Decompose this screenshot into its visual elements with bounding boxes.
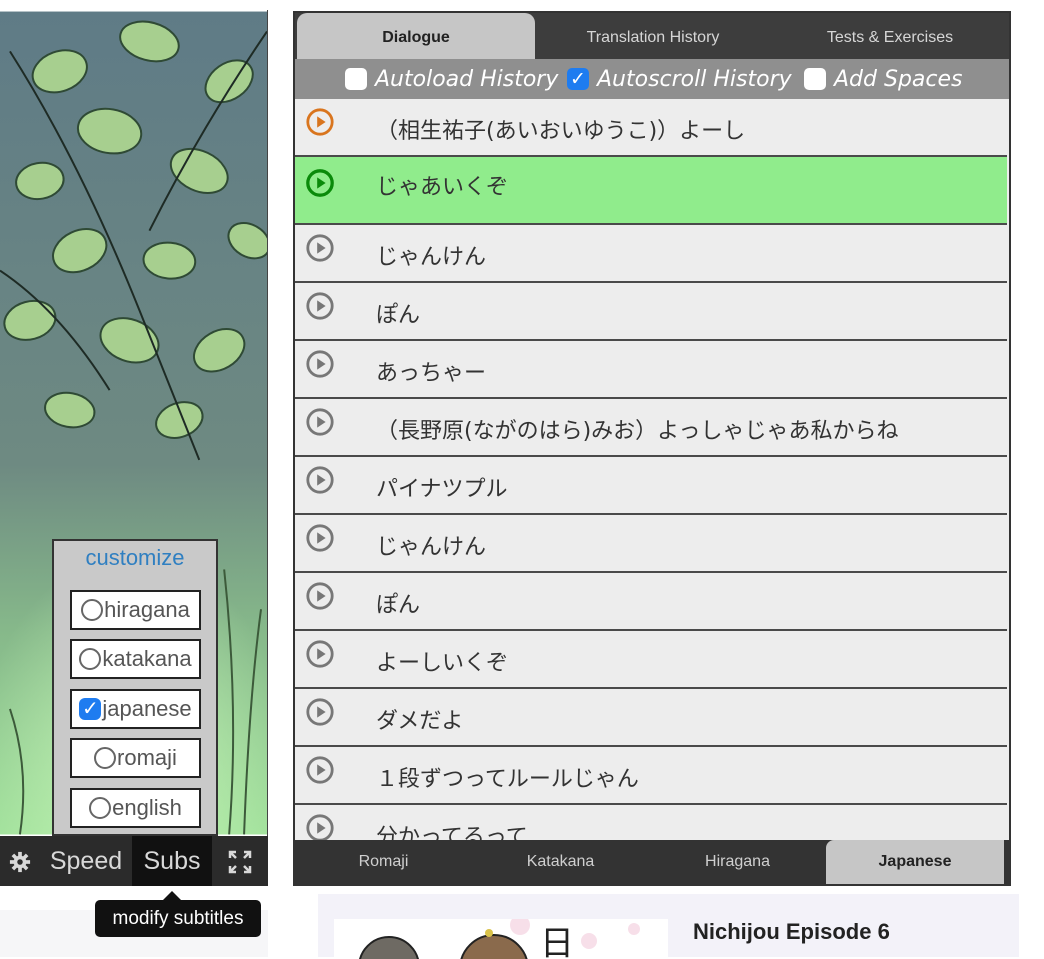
autoload-history-checkbox[interactable] xyxy=(345,68,367,90)
top-tab-bar: Dialogue Translation History Tests & Exe… xyxy=(295,13,1009,59)
tab-dialogue[interactable]: Dialogue xyxy=(297,13,535,59)
customize-title[interactable]: customize xyxy=(54,545,216,571)
dialogue-line-text: よーしいくぞ xyxy=(376,651,509,676)
dialogue-line[interactable]: 分かってるって xyxy=(295,805,1007,840)
dialogue-line-text: ぽん xyxy=(376,593,421,618)
subtitle-option-japanese[interactable]: ✓ japanese xyxy=(70,689,201,729)
dialogue-line[interactable]: パイナツプル xyxy=(295,457,1007,515)
subtitle-option-katakana[interactable]: katakana xyxy=(70,639,201,679)
subtitle-option-label: hiragana xyxy=(104,597,190,622)
dialogue-line-text: じゃあいくぞ xyxy=(376,175,509,200)
play-icon[interactable] xyxy=(305,813,335,840)
dialogue-line[interactable]: ダメだよ xyxy=(295,689,1007,747)
subtitle-option-label: romaji xyxy=(117,745,177,770)
subtitle-option-label: english xyxy=(112,795,182,820)
tab-japanese[interactable]: Japanese xyxy=(826,840,1004,884)
play-icon[interactable] xyxy=(305,581,335,611)
episode-title[interactable]: Nichijou Episode 6 xyxy=(693,919,890,945)
dialogue-line-text: （長野原(ながのはら)みお）よっしゃじゃあ私からね xyxy=(376,419,899,444)
dialogue-line[interactable]: １段ずつってルールじゃん xyxy=(295,747,1007,805)
dialogue-line-list[interactable]: （相生祐子(あいおいゆうこ)）よーし じゃあいくぞ じゃんけん ぽん あっちゃー （長野原… xyxy=(295,99,1009,840)
dialogue-line[interactable]: じゃんけん xyxy=(295,515,1007,573)
dialogue-line[interactable]: ぽん xyxy=(295,283,1007,341)
dialogue-line-text: （相生祐子(あいおいゆうこ)）よーし xyxy=(376,119,746,144)
script-tab-bar: Romaji Katakana Hiragana Japanese xyxy=(295,840,1009,884)
subtitle-option-hiragana[interactable]: hiragana xyxy=(70,590,201,630)
dialogue-line[interactable]: ぽん xyxy=(295,573,1007,631)
dialogue-line-text: じゃんけん xyxy=(376,245,487,270)
video-control-bar: Speed Subs xyxy=(0,836,268,886)
tab-romaji[interactable]: Romaji xyxy=(295,840,472,884)
subtitle-option-english[interactable]: english xyxy=(70,788,201,828)
play-icon[interactable] xyxy=(305,465,335,495)
history-options-bar: Autoload History ✓ Autoscroll History Ad… xyxy=(295,59,1009,99)
dialogue-line[interactable]: よーしいくぞ xyxy=(295,631,1007,689)
subtitle-checkbox[interactable] xyxy=(89,797,112,819)
subtitle-checkbox[interactable]: ✓ xyxy=(79,698,102,720)
tab-hiragana[interactable]: Hiragana xyxy=(649,840,826,884)
play-icon[interactable] xyxy=(305,349,335,379)
add-spaces-label: Add Spaces xyxy=(834,66,963,92)
fullscreen-icon[interactable] xyxy=(212,836,268,886)
play-icon[interactable] xyxy=(305,639,335,669)
autoscroll-history-checkbox[interactable]: ✓ xyxy=(567,68,589,90)
play-icon[interactable] xyxy=(305,107,335,137)
play-icon[interactable] xyxy=(305,697,335,727)
autoload-history-option[interactable]: Autoload History xyxy=(345,59,558,99)
dialogue-line-text: じゃんけん xyxy=(376,535,487,560)
play-icon[interactable] xyxy=(305,755,335,785)
subs-tooltip: modify subtitles xyxy=(95,891,261,937)
subs-button[interactable]: Subs xyxy=(132,836,212,886)
episode-thumb-glyph: 日 xyxy=(540,924,574,959)
subtitle-checkbox[interactable] xyxy=(94,747,117,769)
subtitle-option-label: japanese xyxy=(102,696,192,721)
subtitle-checkbox[interactable] xyxy=(79,648,102,670)
play-icon[interactable] xyxy=(305,407,335,437)
add-spaces-option[interactable]: Add Spaces xyxy=(804,59,962,99)
episode-thumbnail[interactable]: 日 xyxy=(334,919,668,959)
dialogue-panel: Dialogue Translation History Tests & Exe… xyxy=(293,11,1011,886)
play-icon[interactable] xyxy=(305,523,335,553)
tab-tests-exercises[interactable]: Tests & Exercises xyxy=(771,13,1009,59)
dialogue-line-text: パイナツプル xyxy=(376,477,508,502)
dialogue-line-text: ダメだよ xyxy=(376,709,464,734)
tab-translation-history[interactable]: Translation History xyxy=(535,13,771,59)
episode-card[interactable]: 日 Nichijou Episode 6 xyxy=(318,894,1019,959)
dialogue-line[interactable]: じゃあいくぞ xyxy=(295,157,1007,225)
play-icon[interactable] xyxy=(305,291,335,321)
subtitle-option-romaji[interactable]: romaji xyxy=(70,738,201,778)
play-icon[interactable] xyxy=(305,233,335,263)
add-spaces-checkbox[interactable] xyxy=(804,68,826,90)
dialogue-line-text: １段ずつってルールじゃん xyxy=(376,767,639,792)
dialogue-line[interactable]: じゃんけん xyxy=(295,225,1007,283)
dialogue-line[interactable]: あっちゃー xyxy=(295,341,1007,399)
subtitle-customize-panel: customize hiragana katakana ✓ japanese romaj… xyxy=(52,539,218,836)
dialogue-line[interactable]: （長野原(ながのはら)みお）よっしゃじゃあ私からね xyxy=(295,399,1007,457)
gear-icon[interactable] xyxy=(0,836,40,886)
autoscroll-history-option[interactable]: ✓ Autoscroll History xyxy=(567,59,792,99)
play-icon[interactable] xyxy=(305,168,335,198)
autoscroll-history-label: Autoscroll History xyxy=(597,66,792,92)
tab-katakana[interactable]: Katakana xyxy=(472,840,649,884)
dialogue-line-text: 分かってるって xyxy=(376,825,528,840)
dialogue-line[interactable]: （相生祐子(あいおいゆうこ)）よーし xyxy=(295,99,1007,157)
subtitle-option-label: katakana xyxy=(102,646,192,671)
autoload-history-label: Autoload History xyxy=(375,66,559,92)
speed-button[interactable]: Speed xyxy=(40,836,132,886)
subtitle-checkbox[interactable] xyxy=(81,599,104,621)
dialogue-line-text: ぽん xyxy=(376,303,421,328)
dialogue-line-text: あっちゃー xyxy=(376,361,487,386)
